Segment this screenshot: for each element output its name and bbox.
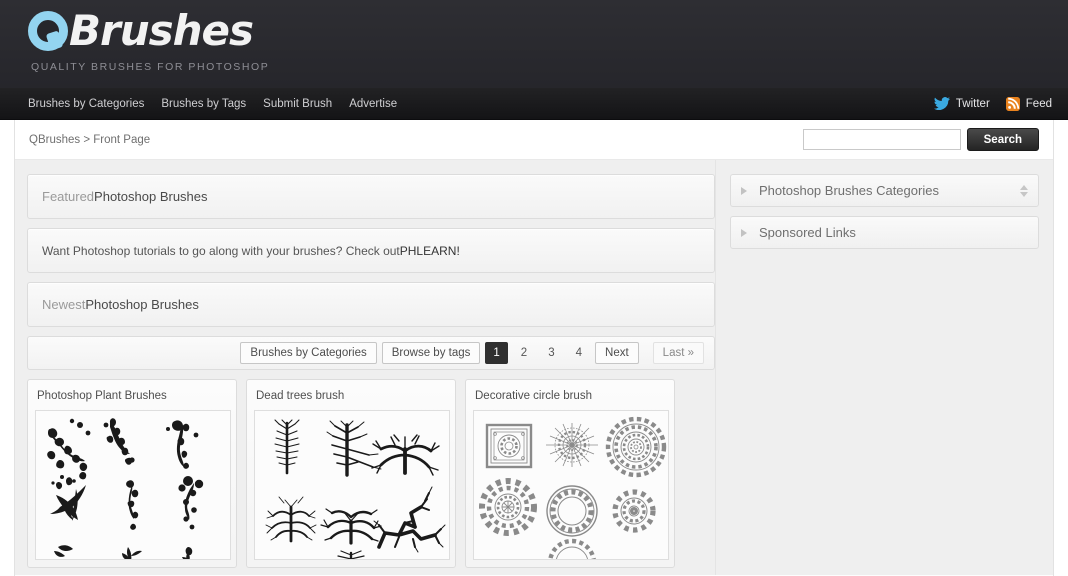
sort-down-arrow-icon (1020, 191, 1028, 197)
page-body: QBrushes > Front Page Search Featured Ph… (0, 120, 1068, 576)
pagination-page-2[interactable]: 2 (513, 342, 535, 364)
pagination-last-button[interactable]: Last » (652, 342, 704, 364)
brush-card[interactable]: Decorative circle brush (465, 379, 675, 568)
breadcrumb-bar: QBrushes > Front Page Search (15, 120, 1053, 160)
pagination-page-3[interactable]: 3 (540, 342, 562, 364)
brush-thumbnail-circles[interactable] (473, 410, 669, 560)
site-header: Brushes QUALITY BRUSHES FOR PHOTOSHOP (0, 0, 1068, 88)
nav-item-brushes-by-categories[interactable]: Brushes by Categories (28, 98, 144, 110)
site-tagline: QUALITY BRUSHES FOR PHOTOSHOP (31, 61, 270, 73)
brush-card-title[interactable]: Decorative circle brush (473, 387, 667, 410)
site-logo[interactable]: Brushes QUALITY BRUSHES FOR PHOTOSHOP (28, 8, 269, 73)
brush-thumbnail-trees[interactable] (254, 410, 450, 560)
nav-item-advertise[interactable]: Advertise (349, 98, 397, 110)
search-input[interactable] (802, 129, 961, 150)
main-column: Featured Photoshop Brushes Want Photosho… (15, 160, 715, 575)
expand-triangle-icon (741, 228, 747, 237)
brush-card-title[interactable]: Photoshop Plant Brushes (35, 387, 229, 410)
pagination-bar: Brushes by Categories Browse by tags 1 2… (27, 336, 715, 370)
brush-card[interactable]: Dead trees brush (246, 379, 456, 568)
feed-link[interactable]: Feed (1005, 96, 1052, 111)
twitter-bird-icon (933, 97, 950, 110)
nav-item-brushes-by-tags[interactable]: Brushes by Tags (161, 98, 246, 110)
pagination-tags-button[interactable]: Browse by tags (381, 342, 481, 364)
search-button[interactable]: Search (966, 128, 1039, 151)
sidebar-panel-sponsored-label: Sponsored Links (759, 225, 856, 240)
featured-prefix: Featured (42, 189, 95, 204)
feed-label: Feed (1025, 97, 1052, 110)
newest-strong: Photoshop Brushes (85, 297, 199, 312)
expand-triangle-icon (741, 186, 747, 195)
plant-brushes-art (36, 411, 230, 559)
brush-card-grid: Photoshop Plant Brushes Dead trees brush… (27, 379, 715, 575)
sidebar-panel-categories-label: Photoshop Brushes Categories (759, 183, 939, 198)
nav-social-links: Twitter Feed (933, 96, 1052, 111)
sort-updown-icon[interactable] (1020, 184, 1028, 197)
sidebar-column: Photoshop Brushes Categories Sponsored L… (715, 160, 1053, 575)
nav-item-submit-brush[interactable]: Submit Brush (263, 98, 332, 110)
twitter-link[interactable]: Twitter (933, 97, 990, 110)
sidebar-panel-categories[interactable]: Photoshop Brushes Categories (730, 174, 1039, 207)
newest-brushes-heading: Newest Photoshop Brushes (28, 283, 714, 326)
twitter-label: Twitter (955, 97, 990, 110)
dead-trees-art (255, 411, 449, 559)
promo-link[interactable]: PHLEARN! (400, 244, 460, 258)
sidebar-panel-sponsored[interactable]: Sponsored Links (730, 216, 1039, 249)
logo-wordmark: Brushes (69, 6, 254, 55)
brush-card-title[interactable]: Dead trees brush (254, 387, 448, 410)
featured-strong: Photoshop Brushes (94, 189, 208, 204)
promo-panel[interactable]: Want Photoshop tutorials to go along wit… (27, 228, 715, 273)
newest-brushes-panel[interactable]: Newest Photoshop Brushes (27, 282, 715, 327)
logo-q-mark-icon (28, 11, 68, 51)
pagination-next-button[interactable]: Next (595, 342, 639, 364)
breadcrumb[interactable]: QBrushes > Front Page (29, 134, 150, 146)
decorative-circle-art (474, 411, 668, 559)
newest-prefix: Newest (42, 297, 86, 312)
rss-feed-icon (1005, 96, 1020, 111)
content-columns: Featured Photoshop Brushes Want Photosho… (15, 160, 1053, 575)
nav-links: Brushes by Categories Brushes by Tags Su… (28, 98, 397, 110)
promo-text-row: Want Photoshop tutorials to go along wit… (28, 229, 714, 272)
sort-up-arrow-icon (1020, 184, 1028, 190)
search-form: Search (802, 128, 1039, 151)
featured-brushes-panel[interactable]: Featured Photoshop Brushes (27, 174, 715, 219)
brush-thumbnail-plants[interactable] (35, 410, 231, 560)
pagination-categories-button[interactable]: Brushes by Categories (240, 342, 377, 364)
main-navbar: Brushes by Categories Brushes by Tags Su… (0, 88, 1068, 120)
brush-card[interactable]: Photoshop Plant Brushes (27, 379, 237, 568)
promo-text: Want Photoshop tutorials to go along wit… (42, 243, 400, 258)
featured-brushes-heading: Featured Photoshop Brushes (28, 175, 714, 218)
pagination-page-4[interactable]: 4 (568, 342, 590, 364)
pagination-page-1[interactable]: 1 (485, 342, 508, 364)
